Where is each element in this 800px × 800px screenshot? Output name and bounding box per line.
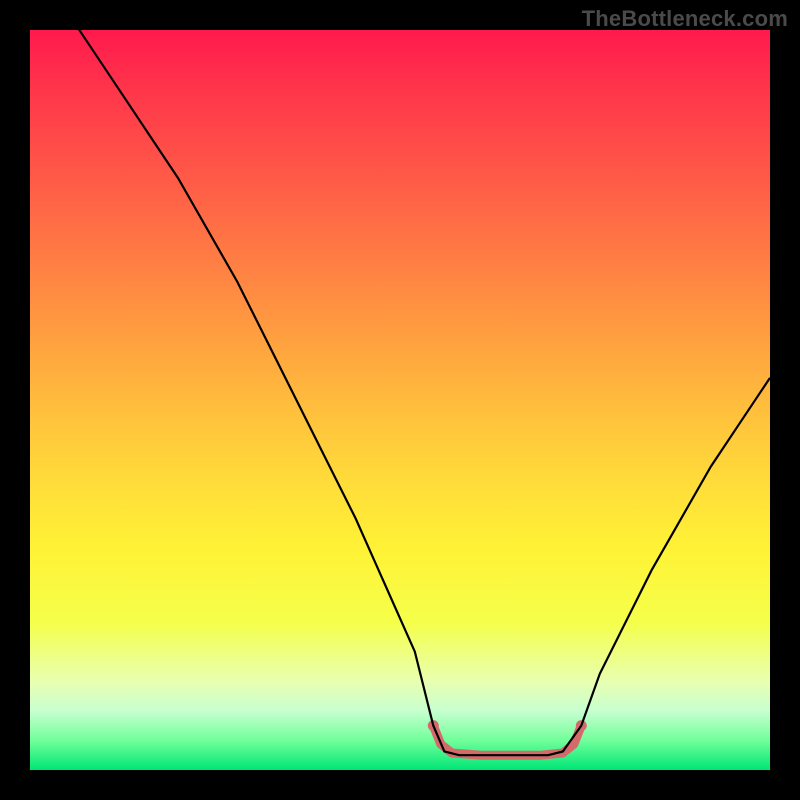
chart-frame: TheBottleneck.com	[0, 0, 800, 800]
bottleneck-curve	[30, 0, 770, 755]
curve-svg	[30, 30, 770, 770]
plot-area	[30, 30, 770, 770]
watermark-text: TheBottleneck.com	[582, 6, 788, 32]
